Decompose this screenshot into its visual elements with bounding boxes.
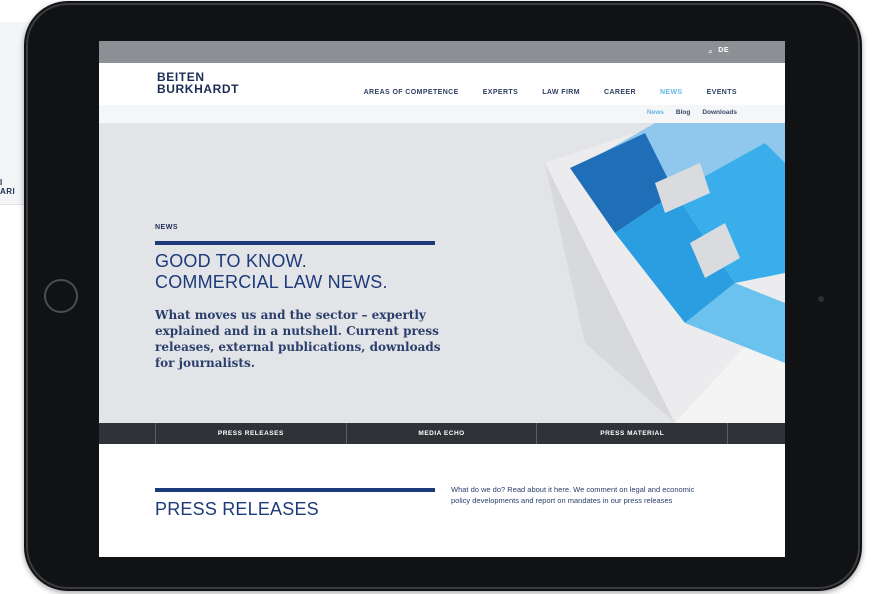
hero-title: GOOD TO KNOW. COMMERCIAL LAW NEWS.: [155, 251, 388, 293]
brand-line-2: BURKHARDT: [157, 82, 240, 96]
tab-media-echo[interactable]: MEDIA ECHO: [345, 423, 537, 444]
nav-item-areas-of-competence[interactable]: AREAS OF COMPETENCE: [364, 89, 459, 96]
subnav-item-blog[interactable]: Blog: [676, 109, 690, 116]
section-divider: [155, 488, 435, 492]
language-switch[interactable]: DE: [718, 47, 729, 54]
hero-description: What moves us and the sector – expertly …: [155, 308, 441, 370]
sub-nav: News Blog Downloads: [99, 105, 785, 124]
nav-item-experts[interactable]: EXPERTS: [483, 89, 518, 96]
hero-banner: NEWS GOOD TO KNOW. COMMERCIAL LAW NEWS. …: [99, 123, 785, 423]
section-title: PRESS RELEASES: [155, 499, 319, 519]
tab-press-material[interactable]: PRESS MATERIAL: [536, 423, 727, 444]
tab-press-releases[interactable]: PRESS RELEASES: [155, 423, 346, 444]
hero-eyebrow: NEWS: [155, 224, 178, 231]
nav-item-law-firm[interactable]: LAW FIRM: [542, 89, 580, 96]
nav-item-news[interactable]: NEWS: [660, 89, 683, 96]
main-nav: AREAS OF COMPETENCE EXPERTS LAW FIRM CAR…: [340, 89, 737, 96]
home-button[interactable]: [44, 279, 78, 313]
nav-item-events[interactable]: EVENTS: [707, 89, 737, 96]
hero-title-line-2: COMMERCIAL LAW NEWS.: [155, 272, 388, 292]
subnav-item-downloads[interactable]: Downloads: [702, 109, 737, 116]
search-icon[interactable]: ⌕: [708, 46, 713, 57]
subnav-item-news[interactable]: News: [647, 109, 664, 116]
hero-divider: [155, 241, 435, 245]
hero-title-line-1: GOOD TO KNOW.: [155, 251, 307, 271]
brand-logo[interactable]: BEITEN BURKHARDT: [157, 71, 239, 95]
screen: ⌕ DE BEITEN BURKHARDT AREAS OF COMPETENC…: [99, 41, 785, 557]
press-releases-section: PRESS RELEASES What do we do? Read about…: [99, 444, 785, 557]
tab-bar-end: [727, 423, 785, 444]
site-header: BEITEN BURKHARDT AREAS OF COMPETENCE EXP…: [99, 63, 785, 105]
section-tabs: PRESS RELEASES MEDIA ECHO PRESS MATERIAL: [99, 423, 785, 444]
camera-icon: [818, 296, 824, 302]
top-utility-bar: ⌕ DE: [99, 41, 785, 63]
nav-item-career[interactable]: CAREER: [604, 89, 636, 96]
section-description: What do we do? Read about it here. We co…: [451, 485, 695, 505]
hero-logo-graphic: [545, 123, 785, 423]
